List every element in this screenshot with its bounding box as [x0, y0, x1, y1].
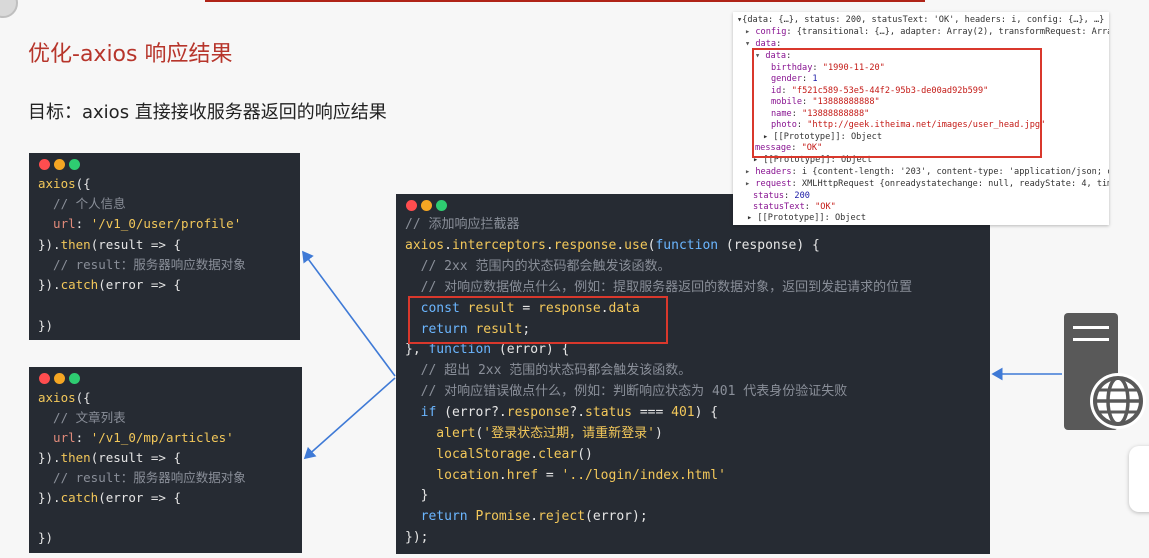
tree-row-headers[interactable]: ▸ headers: i {content-length: '203', con…: [745, 167, 1109, 178]
globe-icon: [1090, 373, 1146, 429]
arrow-to-box1: [302, 250, 396, 377]
side-panel-handle[interactable]: [1129, 446, 1149, 512]
arrow-to-box2: [303, 377, 396, 460]
highlight-frame: [752, 48, 1042, 158]
tree-row-config[interactable]: ▸ config: {transitional: {…}, adapter: A…: [745, 27, 1109, 38]
response-summary[interactable]: ▾{data: {…}, status: 200, statusText: 'O…: [737, 15, 1109, 26]
tree-row-prototype[interactable]: ▸ [[Prototype]]: Object: [747, 213, 866, 224]
server-slot: [1073, 326, 1109, 329]
tree-row-request[interactable]: ▸ request: XMLHttpRequest {onreadystatec…: [745, 179, 1109, 190]
tree-row-status: status: 200: [753, 191, 810, 201]
devtools-console-output: ▾{data: {…}, status: 200, statusText: 'O…: [733, 12, 1109, 225]
server-slot: [1073, 338, 1109, 341]
tree-row-statustext: statusText: "OK": [753, 202, 836, 212]
